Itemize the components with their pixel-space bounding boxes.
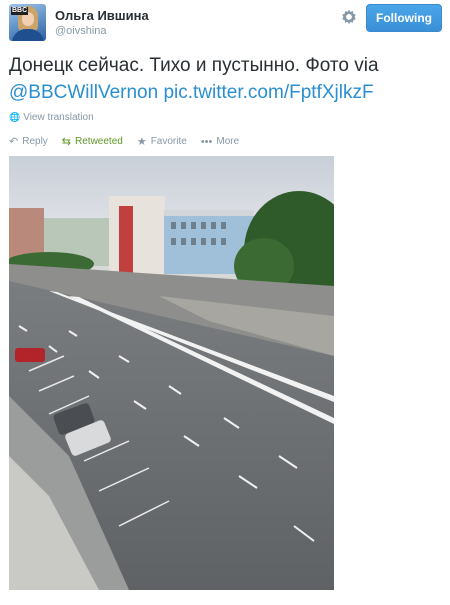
- tweet-photo[interactable]: [9, 156, 334, 590]
- avatar-badge: BBC: [11, 7, 29, 15]
- avatar-shoulders: [12, 29, 44, 41]
- more-icon: •••: [200, 135, 213, 148]
- retweet-button[interactable]: ⇆ Retweeted: [62, 136, 123, 147]
- reply-icon: ↶: [9, 135, 19, 148]
- following-button[interactable]: Following: [366, 4, 442, 32]
- more-label: More: [216, 136, 240, 147]
- pic-link[interactable]: pic.twitter.com/FptfXjlkzF: [163, 82, 373, 103]
- favorite-button[interactable]: ★ Favorite: [137, 136, 187, 147]
- star-icon: ★: [136, 135, 147, 148]
- globe-icon: 🌐: [9, 112, 21, 122]
- view-translation-label: View translation: [23, 112, 94, 123]
- tweet-actions: ↶ Reply ⇆ Retweeted ★ Favorite ••• More: [9, 136, 239, 147]
- tweet-body: Донецк сейчас. Тихо и пустынно. Фото via: [9, 55, 379, 76]
- reply-label: Reply: [22, 136, 48, 147]
- gear-icon[interactable]: [338, 6, 360, 28]
- more-button[interactable]: ••• More: [201, 136, 239, 147]
- reply-button[interactable]: ↶ Reply: [9, 136, 48, 147]
- mention-link[interactable]: @BBCWillVernon: [9, 82, 158, 103]
- avatar[interactable]: BBC: [9, 4, 46, 41]
- street-photo: [9, 156, 334, 590]
- view-translation[interactable]: 🌐 View translation: [9, 112, 94, 123]
- retweet-icon: ⇆: [61, 135, 72, 148]
- favorite-label: Favorite: [150, 136, 187, 147]
- tweet-text: Донецк сейчас. Тихо и пустынно. Фото via…: [9, 52, 445, 106]
- display-name[interactable]: Ольга Ившина: [55, 8, 149, 23]
- username[interactable]: @oivshina: [55, 25, 107, 37]
- retweet-label: Retweeted: [75, 136, 123, 147]
